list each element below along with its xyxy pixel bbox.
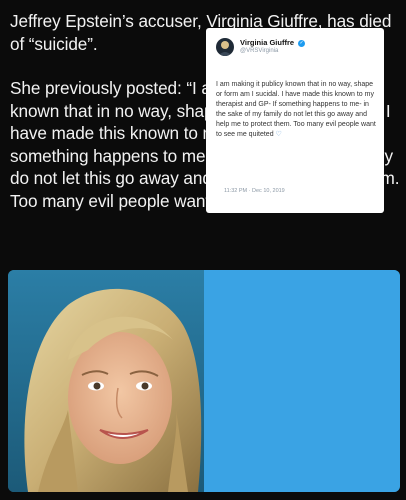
avatar-icon	[218, 41, 232, 56]
tweet-handle: @VRSVirginia	[240, 48, 279, 54]
portrait-photo	[8, 270, 204, 492]
tweet-text: I am making it publicy known that in no …	[216, 81, 376, 138]
avatar	[216, 38, 234, 56]
tweet-author-name: Virginia Giuffre ✓	[240, 38, 306, 47]
tweet-author-label: Virginia Giuffre	[240, 38, 295, 47]
verified-badge-icon: ✓	[298, 39, 306, 47]
blue-heart-icon: ♡	[275, 131, 282, 138]
tweet-body: I am making it publicy known that in no …	[216, 80, 376, 140]
embedded-tweet-card[interactable]: Virginia Giuffre ✓ @VRSVirginia I am mak…	[206, 28, 384, 213]
post-media[interactable]	[8, 270, 400, 492]
tweet-screenshot-background	[204, 270, 400, 492]
tweet-timestamp: 11:32 PM · Dec 10, 2019	[224, 188, 285, 194]
